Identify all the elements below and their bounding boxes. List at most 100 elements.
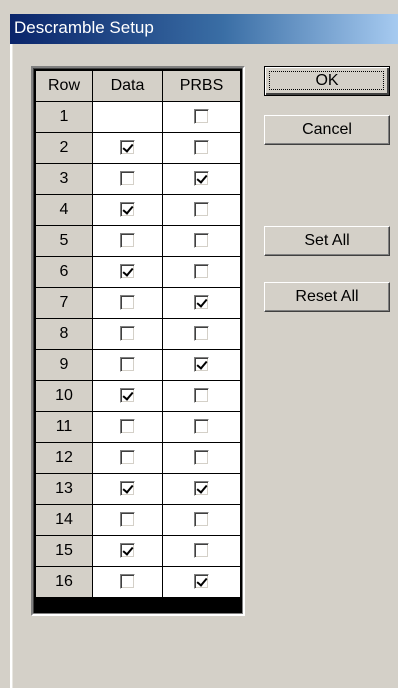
row-number: 15 — [35, 535, 93, 567]
row-number: 13 — [35, 473, 93, 505]
prbs-checkbox[interactable] — [194, 171, 209, 187]
table-row: 13 — [35, 473, 241, 505]
reset-all-button-label: Reset All — [295, 288, 359, 305]
data-cell — [92, 287, 163, 319]
data-checkbox[interactable] — [120, 295, 135, 311]
row-number: 4 — [35, 194, 93, 226]
data-checkbox[interactable] — [120, 450, 135, 466]
prbs-cell — [162, 163, 241, 195]
row-number: 5 — [35, 225, 93, 257]
ok-button[interactable]: OK — [264, 66, 390, 96]
prbs-checkbox[interactable] — [194, 233, 209, 249]
prbs-cell — [162, 225, 241, 257]
prbs-cell — [162, 504, 241, 536]
data-cell — [92, 225, 163, 257]
data-checkbox[interactable] — [120, 233, 135, 249]
data-cell — [92, 535, 163, 567]
table-row: 8 — [35, 318, 241, 350]
descramble-grid: Row Data PRBS 1 2 3 4 5 6 7 8 9 10 11 12 13 14 15 16 — [31, 66, 245, 616]
table-row: 5 — [35, 225, 241, 257]
prbs-cell — [162, 380, 241, 412]
row-number: 1 — [35, 101, 93, 133]
prbs-checkbox[interactable] — [194, 450, 209, 466]
data-checkbox[interactable] — [120, 481, 135, 497]
row-number: 3 — [35, 163, 93, 195]
prbs-checkbox[interactable] — [194, 295, 209, 311]
row-number: 10 — [35, 380, 93, 412]
prbs-checkbox[interactable] — [194, 140, 209, 156]
row-number: 16 — [35, 566, 93, 598]
data-checkbox[interactable] — [120, 264, 135, 280]
prbs-checkbox[interactable] — [194, 202, 209, 218]
data-checkbox[interactable] — [120, 419, 135, 435]
data-cell — [92, 163, 163, 195]
data-checkbox[interactable] — [120, 543, 135, 559]
row-number: 2 — [35, 132, 93, 164]
row-number: 8 — [35, 318, 93, 350]
column-header-row: Row — [35, 70, 93, 102]
prbs-checkbox[interactable] — [194, 574, 209, 590]
prbs-checkbox[interactable] — [194, 388, 209, 404]
data-checkbox[interactable] — [120, 512, 135, 528]
row-number: 11 — [35, 411, 93, 443]
table-row: 9 — [35, 349, 241, 381]
window-title: Descramble Setup — [14, 18, 154, 37]
column-header-prbs: PRBS — [162, 70, 241, 102]
title-bar[interactable]: Descramble Setup — [10, 14, 398, 44]
set-all-button[interactable]: Set All — [264, 226, 390, 256]
prbs-cell — [162, 132, 241, 164]
prbs-cell — [162, 256, 241, 288]
data-checkbox[interactable] — [120, 171, 135, 187]
prbs-checkbox[interactable] — [194, 326, 209, 342]
prbs-checkbox[interactable] — [194, 481, 209, 497]
cancel-button[interactable]: Cancel — [264, 115, 390, 145]
data-checkbox[interactable] — [120, 326, 135, 342]
reset-all-button[interactable]: Reset All — [264, 282, 390, 312]
table-row: 4 — [35, 194, 241, 226]
table-row: 15 — [35, 535, 241, 567]
data-checkbox[interactable] — [120, 388, 135, 404]
prbs-cell — [162, 473, 241, 505]
prbs-checkbox[interactable] — [194, 264, 209, 280]
prbs-checkbox[interactable] — [194, 543, 209, 559]
row-number: 14 — [35, 504, 93, 536]
grid-frame: Row Data PRBS 1 2 3 4 5 6 7 8 9 10 11 12 13 14 15 16 — [33, 68, 242, 613]
prbs-checkbox[interactable] — [194, 419, 209, 435]
column-header-data: Data — [92, 70, 163, 102]
data-cell — [92, 380, 163, 412]
prbs-checkbox[interactable] — [194, 512, 209, 528]
data-checkbox[interactable] — [120, 357, 135, 373]
data-cell — [92, 504, 163, 536]
cancel-button-label: Cancel — [302, 121, 352, 138]
header-row: Row Data PRBS — [35, 70, 241, 102]
prbs-checkbox[interactable] — [194, 357, 209, 373]
data-cell — [92, 318, 163, 350]
data-cell — [92, 132, 163, 164]
data-cell — [92, 256, 163, 288]
window-left-edge — [10, 44, 13, 688]
table-row: 11 — [35, 411, 241, 443]
prbs-cell — [162, 442, 241, 474]
data-checkbox[interactable] — [120, 140, 135, 156]
table-row: 10 — [35, 380, 241, 412]
ok-button-label: OK — [315, 72, 339, 89]
data-cell — [92, 411, 163, 443]
descramble-setup-dialog: Descramble Setup Row Data PRBS 123456789… — [0, 0, 398, 688]
data-checkbox[interactable] — [120, 574, 135, 590]
prbs-cell — [162, 287, 241, 319]
table-row: 14 — [35, 504, 241, 536]
prbs-cell — [162, 411, 241, 443]
data-cell — [92, 566, 163, 598]
row-number: 6 — [35, 256, 93, 288]
table-row: 2 — [35, 132, 241, 164]
table-row: 12 — [35, 442, 241, 474]
prbs-checkbox[interactable] — [194, 109, 209, 125]
table-row: 6 — [35, 256, 241, 288]
prbs-cell — [162, 566, 241, 598]
table-row: 1 — [35, 101, 241, 133]
row-number: 12 — [35, 442, 93, 474]
data-cell — [92, 101, 163, 133]
data-checkbox[interactable] — [120, 202, 135, 218]
table-row: 16 — [35, 566, 241, 598]
row-number: 9 — [35, 349, 93, 381]
